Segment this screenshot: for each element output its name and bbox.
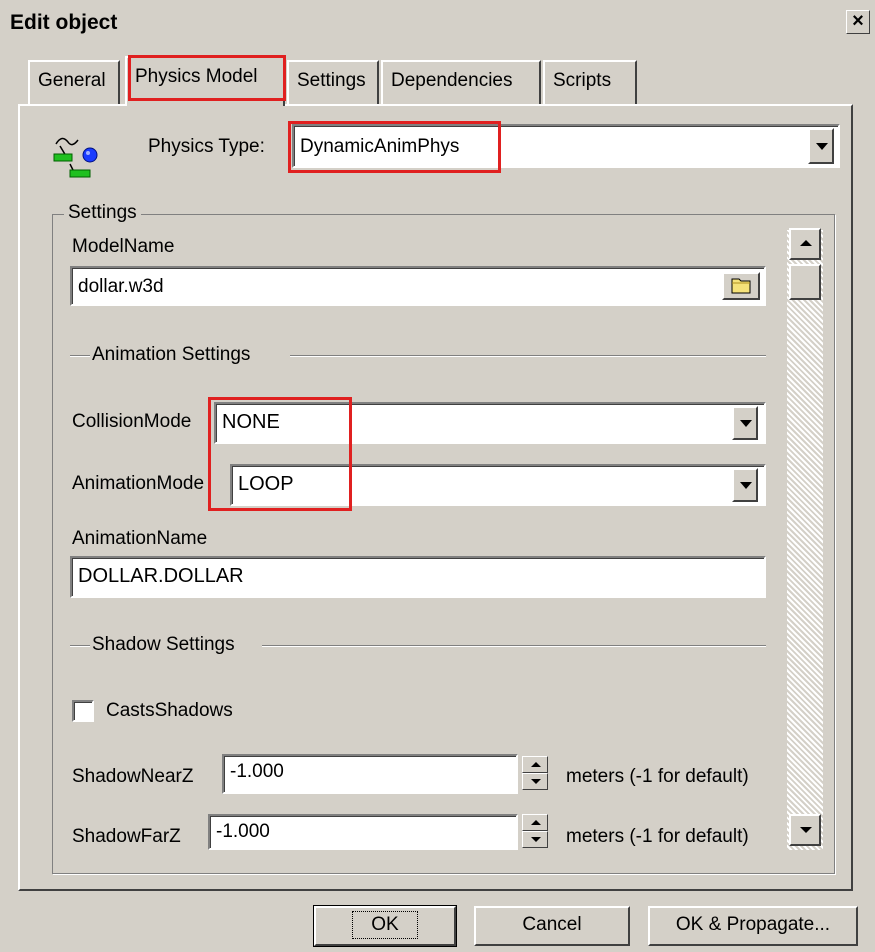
animation-mode-label: AnimationMode xyxy=(72,473,205,494)
shadow-far-unit: meters (-1 for default) xyxy=(566,826,749,847)
arrow-down-icon xyxy=(531,779,541,784)
arrow-up-icon xyxy=(531,762,541,767)
settings-scrollbar[interactable] xyxy=(787,230,823,850)
scroll-down-button[interactable] xyxy=(789,814,821,846)
shadow-near-spinner[interactable] xyxy=(522,756,548,790)
arrow-down-icon xyxy=(800,827,812,833)
chevron-down-icon xyxy=(740,420,752,427)
chevron-down-icon xyxy=(740,482,752,489)
shadow-near-value: -1.000 xyxy=(230,761,284,782)
settings-group-label: Settings xyxy=(64,202,141,224)
shadow-far-spinner[interactable] xyxy=(522,814,548,848)
scroll-thumb[interactable] xyxy=(789,264,821,300)
arrow-up-icon xyxy=(531,820,541,825)
model-name-value: dollar.w3d xyxy=(78,276,164,297)
shadow-near-input[interactable]: -1.000 xyxy=(222,754,518,794)
arrow-down-icon xyxy=(531,837,541,842)
tab-general[interactable]: General xyxy=(28,60,120,104)
collision-mode-dropdown-button[interactable] xyxy=(732,406,758,440)
spin-down-button[interactable] xyxy=(522,831,548,848)
title-bar: Edit object × xyxy=(0,0,875,44)
tab-dependencies[interactable]: Dependencies xyxy=(381,60,541,104)
animation-settings-label: Animation Settings xyxy=(92,344,251,365)
close-button[interactable]: × xyxy=(846,10,870,34)
spin-up-button[interactable] xyxy=(522,814,548,831)
window-title: Edit object xyxy=(10,11,118,34)
ok-propagate-button[interactable]: OK & Propagate... xyxy=(648,906,858,946)
arrow-up-icon xyxy=(800,240,812,246)
shadow-far-value: -1.000 xyxy=(216,821,270,842)
animation-mode-dropdown[interactable]: LOOP xyxy=(230,464,766,506)
model-name-label: ModelName xyxy=(72,236,175,257)
folder-icon xyxy=(731,278,751,294)
scroll-up-button[interactable] xyxy=(789,228,821,260)
tab-scripts[interactable]: Scripts xyxy=(543,60,637,104)
tab-settings[interactable]: Settings xyxy=(287,60,379,104)
spin-down-button[interactable] xyxy=(522,773,548,790)
shadow-separator-right xyxy=(262,645,766,647)
shadow-near-unit: meters (-1 for default) xyxy=(566,766,749,787)
cancel-button[interactable]: Cancel xyxy=(474,906,630,946)
tab-scripts-label: Scripts xyxy=(553,70,612,91)
shadow-separator-left xyxy=(70,645,90,647)
ok-propagate-button-label: OK & Propagate... xyxy=(675,914,831,935)
shadow-far-label: ShadowFarZ xyxy=(72,826,181,847)
physics-type-value: DynamicAnimPhys xyxy=(300,136,460,157)
casts-shadows-label: CastsShadows xyxy=(106,700,233,721)
shadow-far-input[interactable]: -1.000 xyxy=(208,814,518,850)
ok-button-label: OK xyxy=(352,911,418,939)
model-name-input[interactable]: dollar.w3d xyxy=(70,266,766,306)
tab-physics-model-label: Physics Model xyxy=(135,66,258,87)
browse-button[interactable] xyxy=(722,272,760,300)
tab-physics-model[interactable]: Physics Model xyxy=(125,56,285,106)
tab-settings-label: Settings xyxy=(297,70,366,91)
ok-button[interactable]: OK xyxy=(313,905,457,947)
physics-model-icon xyxy=(50,130,100,182)
animation-name-value: DOLLAR.DOLLAR xyxy=(78,565,244,587)
casts-shadows-checkbox[interactable] xyxy=(72,700,94,722)
tab-general-label: General xyxy=(38,70,106,91)
animation-name-input[interactable]: DOLLAR.DOLLAR xyxy=(70,556,766,598)
collision-mode-label: CollisionMode xyxy=(72,411,192,432)
collision-mode-value: NONE xyxy=(222,411,280,433)
animation-mode-value: LOOP xyxy=(238,473,294,495)
shadow-near-label: ShadowNearZ xyxy=(72,766,194,787)
spin-up-button[interactable] xyxy=(522,756,548,773)
animation-separator-right xyxy=(290,355,766,357)
physics-type-dropdown[interactable]: DynamicAnimPhys xyxy=(292,124,840,168)
physics-type-dropdown-button[interactable] xyxy=(808,128,834,164)
physics-type-label: Physics Type: xyxy=(148,136,265,157)
collision-mode-dropdown[interactable]: NONE xyxy=(214,402,766,444)
tab-dependencies-label: Dependencies xyxy=(391,70,513,91)
chevron-down-icon xyxy=(816,143,828,150)
animation-name-label: AnimationName xyxy=(72,528,208,549)
shadow-settings-label: Shadow Settings xyxy=(92,634,235,655)
cancel-button-label: Cancel xyxy=(522,914,582,935)
animation-mode-dropdown-button[interactable] xyxy=(732,468,758,502)
animation-separator-left xyxy=(70,355,90,357)
